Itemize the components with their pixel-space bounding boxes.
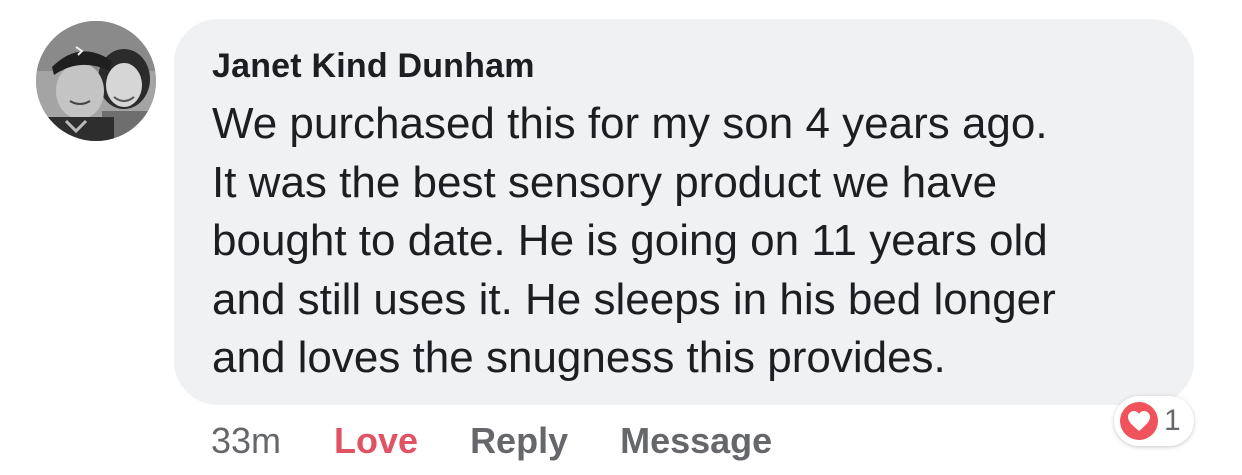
comment-text: We purchased this for my son 4 years ago… [212,99,1056,382]
comment-timestamp[interactable]: 33m [211,420,281,462]
reaction-summary[interactable]: 1 [1114,396,1194,446]
reaction-count: 1 [1164,404,1181,437]
heart-icon [1120,402,1158,440]
comment-author[interactable]: Janet Kind Dunham [212,47,535,86]
comment-actions: 33m Love Reply Message [211,418,824,464]
reply-button[interactable]: Reply [470,420,568,462]
message-button[interactable]: Message [620,420,772,462]
avatar-photo [36,21,156,141]
comment-item: Janet Kind Dunham We purchased this for … [0,0,1242,475]
comment-bubble: Janet Kind Dunham We purchased this for … [174,19,1194,405]
avatar[interactable] [36,21,156,141]
love-button[interactable]: Love [334,420,418,462]
